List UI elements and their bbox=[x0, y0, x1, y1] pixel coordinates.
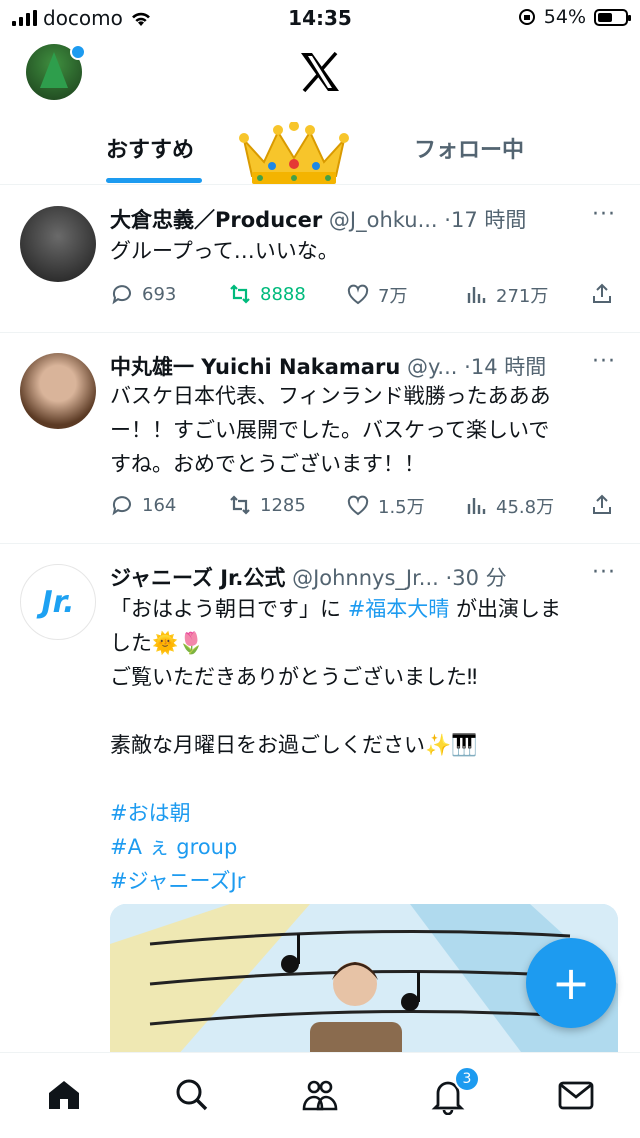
more-icon[interactable]: ··· bbox=[592, 560, 616, 585]
view-count: 45.8万 bbox=[496, 497, 555, 518]
like-icon bbox=[347, 495, 369, 516]
crown-icon bbox=[239, 122, 349, 184]
retweet-icon bbox=[230, 284, 250, 304]
separator: · bbox=[464, 355, 471, 379]
tweet-time: 14 時間 bbox=[470, 355, 547, 379]
share-icon bbox=[593, 494, 611, 514]
reply-button[interactable]: 164 bbox=[110, 493, 176, 517]
author-handle: @Johnnys_Jr... bbox=[292, 566, 439, 590]
home-icon[interactable] bbox=[44, 1075, 84, 1115]
tweet[interactable]: 大倉忠義／Producer @J_ohku... ·17 時間 ··· グループ… bbox=[0, 186, 640, 333]
retweet-icon bbox=[230, 495, 250, 515]
tweet-time: 30 分 bbox=[452, 566, 507, 590]
battery-icon bbox=[594, 8, 631, 26]
app-header bbox=[0, 36, 640, 106]
search-icon[interactable] bbox=[172, 1075, 212, 1115]
reply-icon bbox=[112, 496, 131, 516]
x-logo[interactable] bbox=[298, 50, 342, 94]
hashtag-link[interactable]: #福本大晴 bbox=[348, 597, 450, 621]
jr-logo: Jr. bbox=[41, 584, 75, 620]
like-button[interactable]: 1.5万 bbox=[346, 493, 425, 519]
reply-icon bbox=[112, 285, 131, 305]
battery-fill bbox=[598, 12, 612, 22]
reply-button[interactable]: 693 bbox=[110, 282, 176, 306]
avatar[interactable] bbox=[20, 353, 96, 429]
tweet-actions: 693 8888 7万 271万 bbox=[110, 282, 620, 312]
compose-button[interactable]: + bbox=[526, 938, 616, 1028]
status-bar: docomo 14:35 54% bbox=[0, 0, 640, 36]
retweet-count: 8888 bbox=[260, 283, 306, 305]
tweet-line: ご覧いただきありがとうございました‼ bbox=[110, 665, 478, 689]
status-right: 54% bbox=[518, 6, 631, 28]
author-handle: @J_ohku... bbox=[328, 208, 438, 232]
tweet-actions: 164 1285 1.5万 45.8万 bbox=[110, 493, 620, 523]
tweet-line: 「おはよう朝日です」に #福本大晴 が出演しま bbox=[110, 592, 616, 626]
reply-count: 164 bbox=[142, 494, 177, 516]
retweet-button[interactable]: 8888 bbox=[228, 282, 306, 306]
notification-badge: 3 bbox=[454, 1066, 480, 1092]
retweet-button[interactable]: 1285 bbox=[228, 493, 306, 517]
hashtag-link[interactable]: #おは朝 bbox=[110, 796, 616, 830]
avatar[interactable] bbox=[20, 206, 96, 282]
author-name[interactable]: ジャニーズ Jr.公式 bbox=[110, 566, 285, 590]
bottom-nav bbox=[0, 1052, 640, 1138]
author-handle: @y... bbox=[406, 355, 458, 379]
tweet-line: 素敵な月曜日をお過ごしください✨🎹 bbox=[110, 733, 478, 757]
like-button[interactable]: 7万 bbox=[346, 282, 407, 308]
tweet-text: 「おはよう朝日です」に #福本大晴 が出演しま した🌞🌷 ご覧いただきありがとう… bbox=[110, 592, 616, 898]
communities-icon[interactable] bbox=[300, 1075, 340, 1115]
mail-icon[interactable] bbox=[556, 1075, 596, 1115]
text-span: が出演しま bbox=[449, 597, 561, 621]
rotation-lock-icon bbox=[518, 9, 535, 25]
hashtag-link[interactable]: #ジャニーズJr bbox=[110, 864, 616, 898]
reply-count: 693 bbox=[142, 283, 177, 305]
views-button[interactable]: 45.8万 bbox=[464, 493, 554, 519]
share-button[interactable] bbox=[590, 282, 614, 306]
tweet-line: バスケ日本代表、フィンランド戦勝ったあああ bbox=[110, 384, 551, 408]
hashtag-link[interactable]: #A ぇ group bbox=[110, 830, 616, 864]
like-icon bbox=[347, 284, 369, 305]
retweet-count: 1285 bbox=[260, 494, 306, 516]
view-count: 271万 bbox=[496, 286, 549, 307]
tweet-line: ー！！すごい展開でした。バスケって楽しいで bbox=[110, 418, 550, 442]
more-icon[interactable]: ··· bbox=[592, 202, 616, 227]
share-icon bbox=[593, 283, 611, 303]
more-icon[interactable]: ··· bbox=[592, 349, 616, 374]
unread-dot bbox=[70, 44, 86, 60]
plus-icon: + bbox=[551, 956, 591, 1010]
tab-following[interactable]: フォロー中 bbox=[414, 132, 524, 164]
views-icon bbox=[467, 498, 486, 514]
tweet-text: バスケ日本代表、フィンランド戦勝ったあああ ー！！すごい展開でした。バスケって楽… bbox=[110, 379, 616, 481]
tree-icon bbox=[40, 52, 68, 88]
tweet-time: 17 時間 bbox=[450, 208, 527, 232]
like-count: 1.5万 bbox=[378, 497, 425, 518]
tweet-header: ジャニーズ Jr.公式 @Johnnys_Jr... ·30 分 bbox=[110, 562, 507, 592]
tweet-line: すね。おめでとうございます！！ bbox=[110, 452, 425, 476]
battery-percent: 54% bbox=[543, 6, 586, 28]
share-button[interactable] bbox=[590, 493, 614, 517]
text-span: 「おはよう朝日です」に bbox=[110, 597, 348, 621]
tweet[interactable]: 中丸雄一 Yuichi Nakamaru @y... ·14 時間 ··· バス… bbox=[0, 333, 640, 544]
tab-recommended[interactable]: おすすめ bbox=[106, 132, 194, 164]
separator: · bbox=[444, 208, 451, 232]
tweet-text: グループって…いいな。 bbox=[110, 239, 339, 263]
like-count: 7万 bbox=[378, 286, 408, 307]
tweet-header: 大倉忠義／Producer @J_ohku... ·17 時間 bbox=[110, 204, 526, 234]
tweet-line: した🌞🌷 bbox=[110, 631, 205, 655]
author-name[interactable]: 中丸雄一 Yuichi Nakamaru bbox=[110, 355, 400, 379]
views-button[interactable]: 271万 bbox=[464, 282, 548, 308]
tweet-header: 中丸雄一 Yuichi Nakamaru @y... ·14 時間 bbox=[110, 351, 546, 381]
views-icon bbox=[467, 287, 486, 303]
tab-indicator bbox=[106, 178, 202, 183]
avatar[interactable]: Jr. bbox=[20, 564, 96, 640]
author-name[interactable]: 大倉忠義／Producer bbox=[110, 208, 322, 232]
